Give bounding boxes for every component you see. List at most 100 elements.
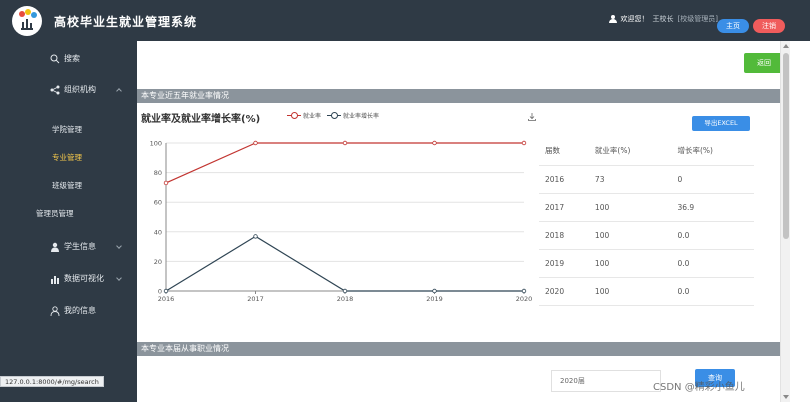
- table-cell: 2020: [539, 277, 589, 306]
- x-tick-label: 2017: [247, 295, 264, 303]
- table-cell: 100: [588, 221, 672, 250]
- data-point: [342, 288, 348, 294]
- user-role: [校级管理员]: [677, 15, 718, 23]
- y-tick-label: 100: [150, 140, 162, 148]
- chart-legend: 就业率 就业率增长率: [287, 111, 379, 120]
- download-icon[interactable]: [528, 113, 536, 121]
- x-tick-label: 2019: [426, 295, 443, 303]
- section-title-occupation: 本专业本届从事职业情况: [137, 342, 780, 356]
- table-row: 2020 100 0.0: [539, 277, 754, 306]
- scrollbar-thumb[interactable]: [783, 53, 789, 239]
- table-cell: 2019: [539, 249, 589, 278]
- table-header-cell: 增长率(%): [671, 137, 754, 166]
- sidebar-item-label: 我的信息: [64, 306, 96, 315]
- table-cell: 100: [588, 193, 672, 222]
- data-point: [521, 288, 527, 294]
- sidebar-item-search[interactable]: 搜索: [0, 49, 137, 69]
- bar-chart-icon: [51, 276, 59, 284]
- vertical-scrollbar[interactable]: [780, 41, 790, 402]
- sidebar-item-myinfo[interactable]: 我的信息: [0, 301, 137, 321]
- sidebar-item-label: 学生信息: [64, 242, 96, 251]
- legend-swatch: [327, 112, 342, 119]
- home-button[interactable]: 主页: [717, 19, 749, 33]
- sidebar-subitem-label: 专业管理: [52, 153, 82, 162]
- table-cell: 2018: [539, 221, 589, 250]
- y-tick-label: 40: [154, 228, 162, 236]
- x-tick-label: 2020: [516, 295, 533, 303]
- legend-label: 就业率增长率: [343, 113, 380, 120]
- table-cell: 0.0: [671, 277, 754, 306]
- chevron-up-icon: [116, 88, 122, 94]
- data-point: [342, 140, 348, 146]
- table-row: 2018 100 0.0: [539, 221, 754, 250]
- logout-button[interactable]: 注销: [753, 19, 785, 33]
- watermark: CSDN @精彩小鱼儿: [653, 382, 745, 393]
- table-header-row: 届数 就业率(%) 增长率(%): [539, 137, 754, 166]
- welcome-text: 欢迎您！: [620, 15, 649, 23]
- export-excel-button[interactable]: 导出EXCEL: [692, 116, 750, 131]
- status-url: 127.0.0.1:8000/#/mg/search: [0, 376, 104, 387]
- sidebar-item-student[interactable]: 学生信息: [0, 237, 137, 257]
- table-cell: 2017: [539, 193, 589, 222]
- sidebar-item-label: 搜索: [64, 54, 80, 63]
- legend-item-growth[interactable]: 就业率增长率: [327, 111, 379, 120]
- table-cell: 0: [671, 165, 754, 194]
- scroll-down-arrow[interactable]: [783, 395, 789, 399]
- sidebar-subitem-label: 管理员管理: [36, 209, 74, 218]
- sidebar-item-dataviz[interactable]: 数据可视化: [0, 269, 137, 289]
- person-icon: [50, 306, 60, 316]
- series-line-1: [165, 235, 524, 292]
- table-cell: 73: [588, 165, 672, 194]
- chevron-down-icon: [116, 275, 122, 281]
- table-header-cell: 就业率(%): [588, 137, 672, 166]
- y-tick-label: 20: [154, 258, 162, 266]
- sidebar-item-org[interactable]: 组织机构: [0, 80, 137, 100]
- app-logo: [12, 6, 42, 36]
- legend-swatch: [287, 112, 301, 119]
- top-header: 高校毕业生就业管理系统 欢迎您！ 王校长 [校级管理员] 主页 注销: [0, 0, 810, 41]
- main-content: 返回 本专业近五年就业率情况 就业率及就业率增长率(%) 就业率 就业率增长率 …: [137, 41, 784, 402]
- user-info: 欢迎您！ 王校长 [校级管理员]: [608, 14, 718, 24]
- user-name: 王校长: [652, 15, 674, 23]
- sidebar-item-label: 数据可视化: [64, 274, 104, 283]
- employment-rate-chart: 0204060801002016 2017 2018 2019 2020: [150, 140, 533, 304]
- app-title: 高校毕业生就业管理系统: [54, 15, 198, 29]
- data-point: [163, 288, 169, 294]
- user-icon: [51, 242, 59, 252]
- data-point: [163, 180, 169, 186]
- sidebar-subitem-label: 班级管理: [52, 181, 82, 190]
- x-tick-label: 2018: [337, 295, 354, 303]
- sidebar-subitem-admin[interactable]: 管理员管理: [0, 204, 137, 224]
- table-header-cell: 届数: [539, 137, 589, 166]
- data-point: [253, 140, 258, 146]
- share-icon: [50, 85, 60, 95]
- app-window: 高校毕业生就业管理系统 欢迎您！ 王校长 [校级管理员] 主页 注销 搜索 组织…: [0, 0, 810, 402]
- table-cell: 36.9: [671, 193, 754, 222]
- y-tick-label: 60: [154, 199, 162, 207]
- chevron-down-icon: [116, 243, 122, 249]
- table-cell: 0.0: [671, 249, 754, 278]
- data-point: [432, 140, 437, 146]
- table-row: 2016 73 0: [539, 165, 754, 194]
- year-select[interactable]: 2020届: [551, 370, 661, 392]
- table-row: 2019 100 0.0: [539, 249, 754, 278]
- legend-label: 就业率: [303, 113, 322, 120]
- sidebar-subitem-class[interactable]: 班级管理: [0, 176, 137, 196]
- data-point: [253, 234, 258, 239]
- user-icon: [608, 15, 617, 23]
- sidebar-subitem-label: 学院管理: [52, 125, 82, 134]
- sidebar-subitem-major[interactable]: 专业管理: [0, 148, 137, 168]
- table-cell: 0.0: [671, 221, 754, 250]
- table-cell: 2016: [539, 165, 589, 194]
- employment-table: 届数 就业率(%) 增长率(%) 2016 73 0 2017 100 36.9: [539, 137, 754, 306]
- sidebar-subitem-college[interactable]: 学院管理: [0, 120, 137, 140]
- scroll-up-arrow[interactable]: [783, 44, 789, 48]
- back-button[interactable]: 返回: [744, 53, 784, 73]
- legend-item-employment[interactable]: 就业率: [287, 111, 321, 120]
- x-tick-label: 2016: [158, 295, 175, 303]
- table-cell: 100: [588, 277, 672, 306]
- sidebar-item-label: 组织机构: [64, 85, 96, 94]
- sidebar: 搜索 组织机构 学院管理 专业管理 班级管理 管理员管理 学生信息 数据可视化 …: [0, 41, 137, 402]
- chart-title: 就业率及就业率增长率(%): [141, 114, 261, 125]
- section-title-employment-rate: 本专业近五年就业率情况: [137, 89, 780, 103]
